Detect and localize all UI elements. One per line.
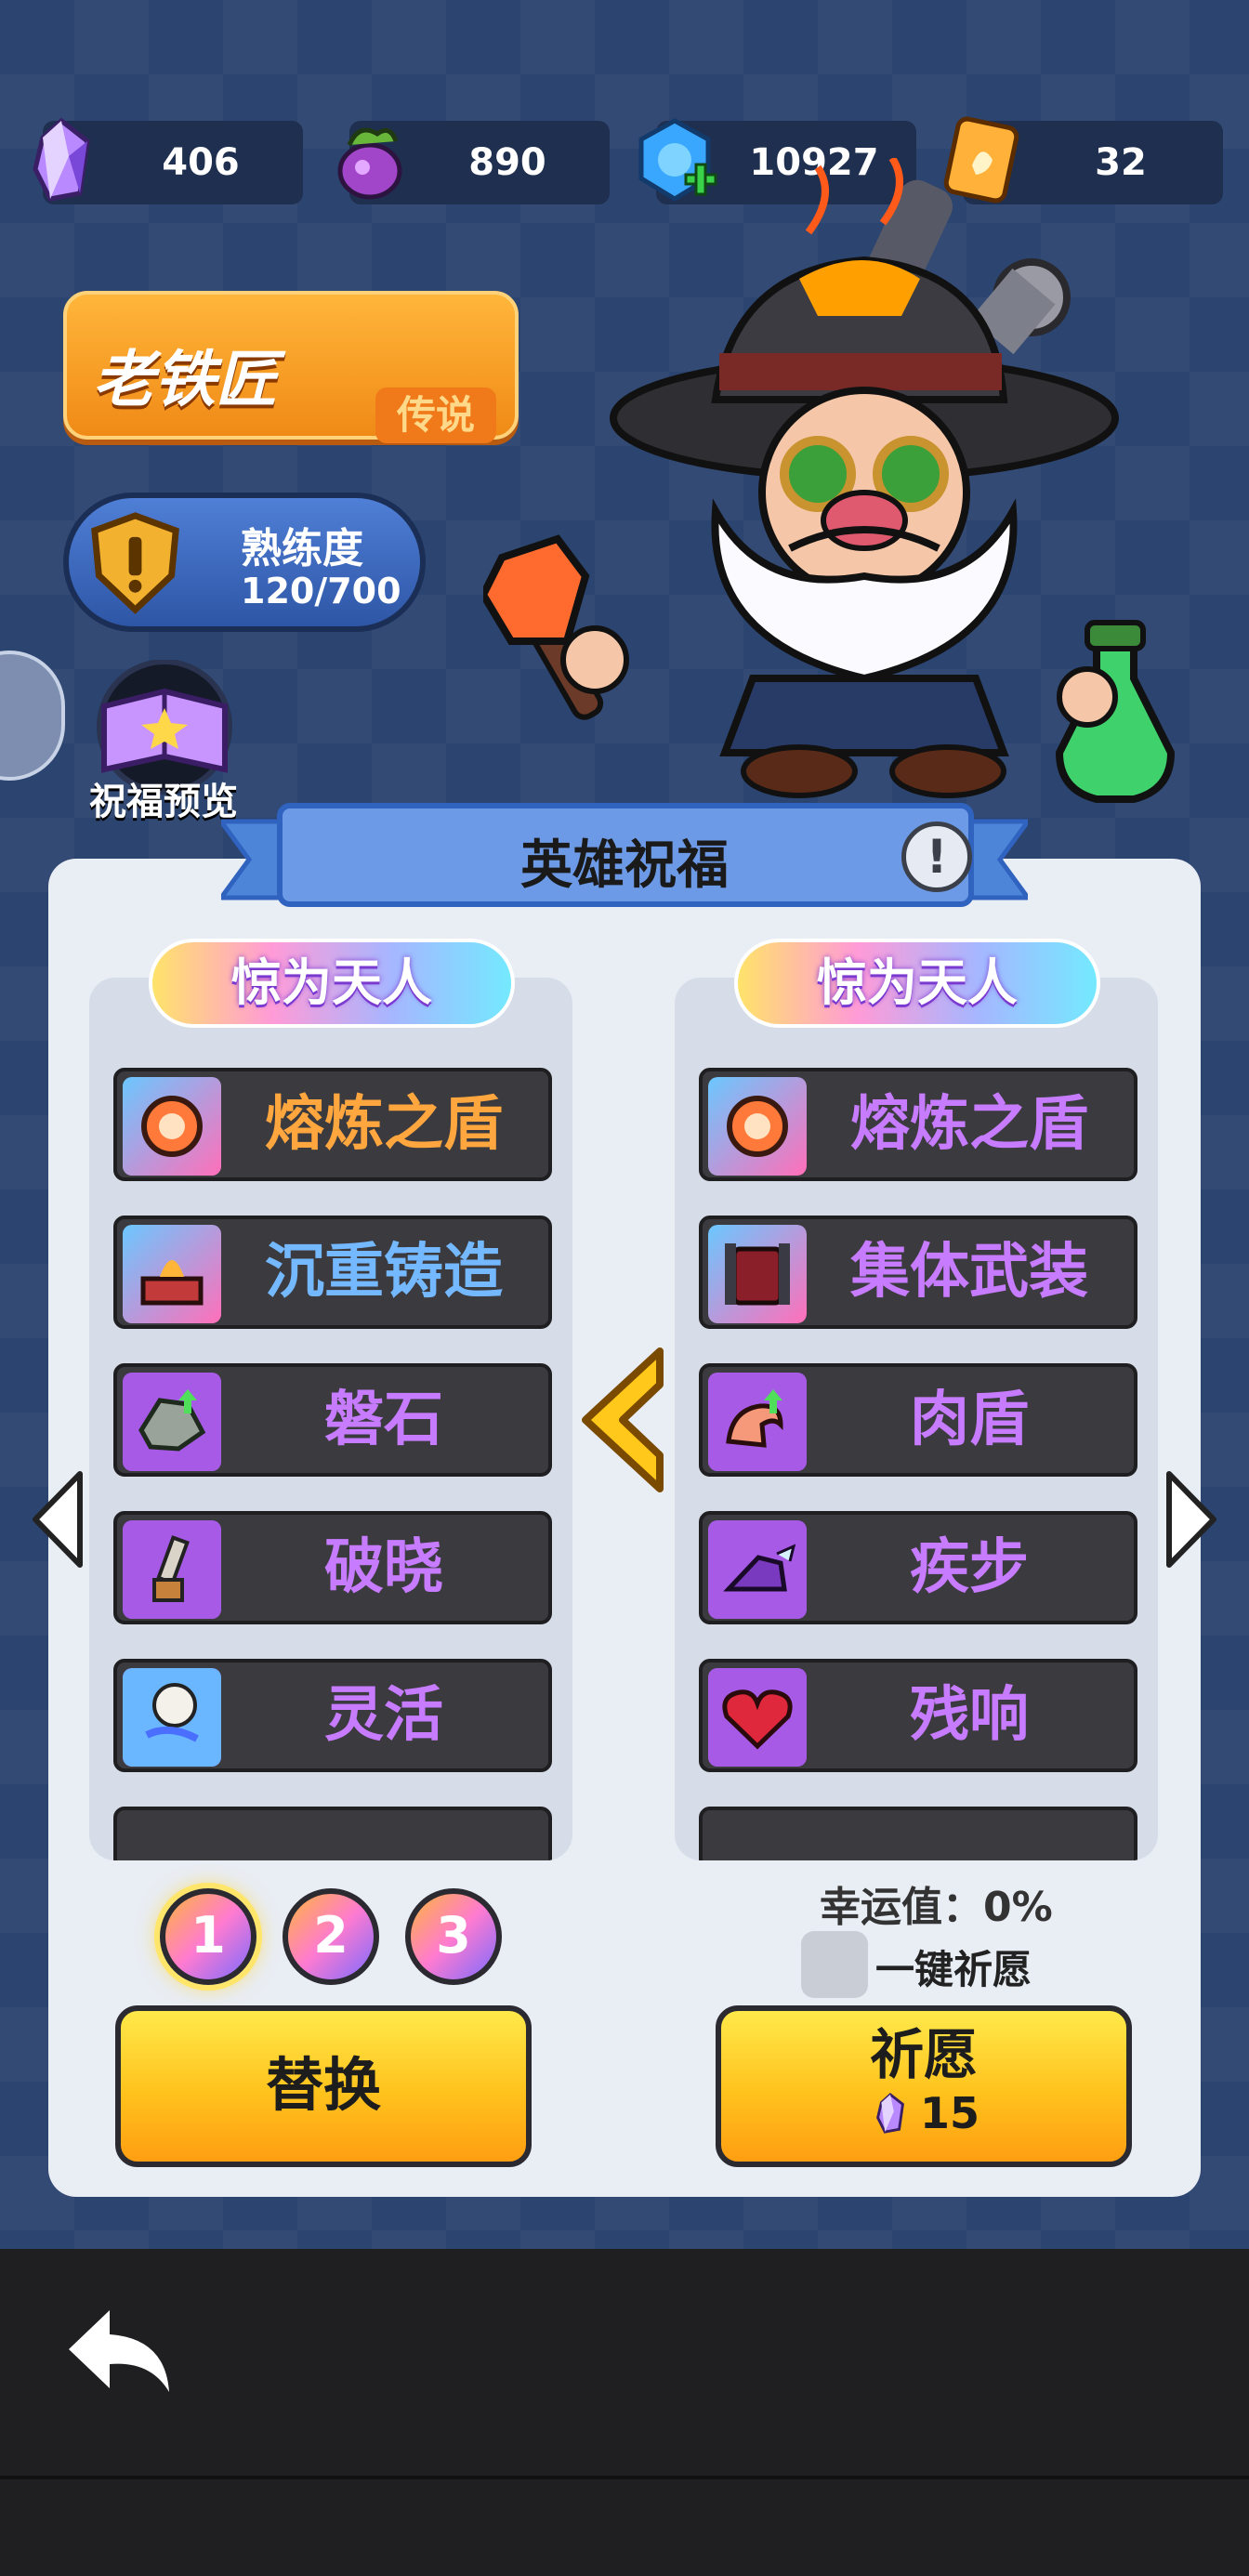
panel-title-ribbon: 英雄祝福 ! [221, 799, 1028, 920]
blessing-label: 熔炼之盾 [850, 1090, 1088, 1159]
new-blessing-column: 熔炼之盾 集体武装 肉盾 疾步 残响 [675, 978, 1158, 1860]
previous-page-arrow[interactable] [30, 1468, 85, 1571]
page-tab-3[interactable]: 3 [405, 1888, 502, 1985]
proficiency-pill[interactable]: 熟练度 120/700 [63, 493, 426, 632]
blessing-label: 疾步 [910, 1533, 1029, 1602]
list-item[interactable] [699, 1807, 1137, 1860]
auto-wish-label: 一键祈愿 [875, 1947, 1032, 1992]
list-item[interactable]: 灵活 [113, 1659, 552, 1772]
wish-cost-value: 15 [919, 2088, 979, 2138]
replace-button[interactable]: 替换 [115, 2005, 532, 2167]
anvil-forge-icon [123, 1225, 221, 1323]
blessing-label: 残响 [910, 1681, 1029, 1750]
molten-shield-icon [123, 1077, 221, 1176]
info-button[interactable]: ! [901, 821, 972, 892]
list-item[interactable]: 疾步 [699, 1511, 1137, 1624]
agile-runner-icon [123, 1668, 221, 1767]
hero-name-badge: 老铁匠 传说 [63, 291, 519, 443]
gem-value: 406 [162, 141, 240, 184]
gem-counter[interactable]: 406 [33, 117, 303, 204]
proficiency-value: 120/700 [241, 571, 401, 611]
wish-cost: 15 [868, 2087, 979, 2139]
list-item[interactable]: 熔炼之盾 [699, 1068, 1137, 1181]
rock-icon [123, 1373, 221, 1471]
swap-arrow-icon[interactable] [576, 1346, 669, 1494]
back-arrow-icon[interactable] [63, 2303, 175, 2405]
list-item[interactable]: 沉重铸造 [113, 1216, 552, 1329]
blessing-label: 灵活 [324, 1681, 443, 1750]
blessing-label: 磐石 [324, 1386, 443, 1454]
list-item[interactable]: 残响 [699, 1659, 1137, 1772]
luck-value: 幸运值：0% [820, 1884, 1053, 1931]
auto-wish-checkbox[interactable] [801, 1931, 868, 1998]
blessing-label: 集体武装 [850, 1238, 1088, 1307]
replace-button-label: 替换 [265, 2051, 381, 2119]
page-tab-2[interactable]: 2 [283, 1888, 379, 1985]
molten-shield-icon [708, 1077, 807, 1176]
wish-button-label: 祈愿 [869, 2023, 978, 2086]
left-column-header: 惊为天人 [149, 939, 515, 1028]
hero-name: 老铁匠 [93, 344, 277, 415]
bottom-navigation-bar [0, 2249, 1249, 2576]
heart-icon [708, 1668, 807, 1767]
potion-icon [337, 127, 402, 200]
crystal-icon [33, 117, 90, 202]
right-column-header: 惊为天人 [734, 939, 1100, 1028]
list-item[interactable]: 磐石 [113, 1363, 552, 1477]
blacksmith-hero-illustration [483, 158, 1176, 803]
list-item[interactable]: 破晓 [113, 1511, 552, 1624]
proficiency-label: 熟练度 [241, 525, 363, 572]
list-item[interactable] [113, 1807, 552, 1860]
next-page-arrow[interactable] [1164, 1468, 1219, 1571]
blessing-label: 沉重铸造 [265, 1238, 503, 1307]
page-tab-1[interactable]: 1 [160, 1888, 256, 1985]
winged-boot-icon [708, 1520, 807, 1619]
hero-rarity-tag: 传说 [375, 388, 496, 443]
dagger-icon [123, 1520, 221, 1619]
crystal-icon [876, 2092, 904, 2134]
right-column-header-label: 惊为天人 [817, 953, 1018, 1012]
left-column-header-label: 惊为天人 [231, 953, 432, 1012]
blessing-label: 破晓 [324, 1533, 443, 1602]
armor-set-icon [708, 1225, 807, 1323]
blessing-label: 熔炼之盾 [265, 1090, 503, 1159]
list-item[interactable]: 熔炼之盾 [113, 1068, 552, 1181]
list-item[interactable]: 集体武装 [699, 1216, 1137, 1329]
list-item[interactable]: 肉盾 [699, 1363, 1137, 1477]
wish-button[interactable]: 祈愿 15 [716, 2005, 1132, 2167]
current-blessing-column: 熔炼之盾 沉重铸造 磐石 破晓 灵活 [89, 978, 572, 1860]
blessing-label: 肉盾 [910, 1386, 1029, 1454]
muscle-arm-icon [708, 1373, 807, 1471]
shield-medal-icon [91, 512, 179, 614]
